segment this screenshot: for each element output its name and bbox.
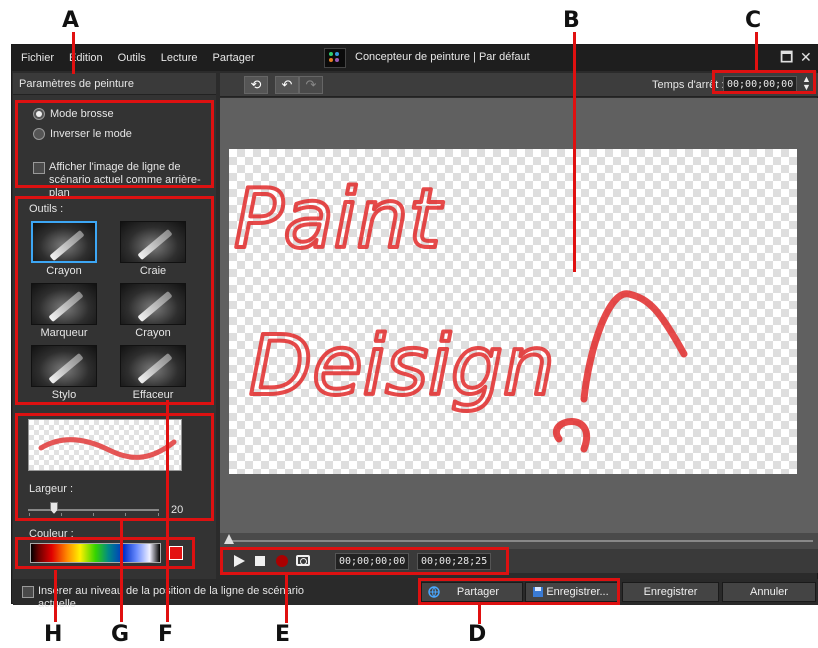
paint-settings-panel: Paramètres de peinture Mode brosse Inver… bbox=[13, 73, 216, 583]
callout-g: G bbox=[111, 622, 130, 647]
bottom-bar: Insérer au niveau de la position de la l… bbox=[13, 579, 818, 610]
timeline-thumb[interactable] bbox=[224, 534, 234, 544]
callout-line-b bbox=[573, 32, 576, 272]
window-title: Concepteur de peinture | Par défaut bbox=[355, 51, 530, 63]
insert-at-position-checkbox[interactable]: Insérer au niveau de la position de la l… bbox=[22, 585, 322, 611]
undo-icon[interactable]: ↶ bbox=[275, 76, 299, 94]
callout-line-h bbox=[54, 570, 57, 622]
menu-share[interactable]: Partager bbox=[212, 52, 254, 64]
restore-icon[interactable]: 🗖 bbox=[780, 50, 793, 64]
menu-tools[interactable]: Outils bbox=[118, 52, 146, 64]
app-logo-icon bbox=[324, 48, 346, 68]
callout-b: B bbox=[563, 8, 580, 33]
highlight-box-c bbox=[712, 70, 816, 94]
canvas-area: Paint Deisign bbox=[220, 98, 818, 533]
cancel-button[interactable]: Annuler bbox=[722, 582, 816, 602]
highlight-box-g bbox=[15, 413, 214, 521]
close-icon[interactable]: ✕ bbox=[800, 50, 812, 64]
highlight-box-a bbox=[15, 100, 214, 188]
title-bar: Fichier Édition Outils Lecture Partager … bbox=[12, 45, 818, 71]
highlight-box-d bbox=[418, 578, 620, 605]
reset-icon[interactable]: ⟲ bbox=[244, 76, 268, 94]
paint-designer-window: Fichier Édition Outils Lecture Partager … bbox=[11, 44, 818, 610]
painted-strokes: Paint Deisign bbox=[232, 170, 688, 453]
painted-text-line-1: Paint bbox=[234, 172, 443, 267]
callout-line-c bbox=[755, 32, 758, 72]
callout-a: A bbox=[62, 8, 80, 33]
redo-icon[interactable]: ↷ bbox=[299, 76, 323, 94]
callout-line-d bbox=[478, 604, 481, 624]
insert-at-position-label: Insérer au niveau de la position de la l… bbox=[38, 585, 305, 610]
checkbox-icon bbox=[22, 586, 34, 598]
callout-line-e bbox=[285, 575, 288, 623]
callout-h: H bbox=[44, 622, 63, 647]
callout-line-f bbox=[166, 400, 169, 622]
callout-f: F bbox=[158, 622, 174, 647]
panel-title: Paramètres de peinture bbox=[13, 73, 216, 95]
callout-c: C bbox=[745, 8, 762, 33]
callout-line-a bbox=[72, 32, 75, 74]
highlight-box-f bbox=[15, 196, 214, 405]
save-button[interactable]: Enregistrer bbox=[622, 582, 719, 602]
menu-playback[interactable]: Lecture bbox=[161, 52, 198, 64]
paint-canvas[interactable]: Paint Deisign bbox=[229, 149, 797, 474]
highlight-box-e bbox=[220, 547, 509, 575]
callout-d: D bbox=[468, 622, 487, 647]
callout-line-g bbox=[120, 520, 123, 622]
painted-text-line-2: Deisign bbox=[249, 319, 555, 414]
callout-e: E bbox=[275, 622, 291, 647]
menu-file[interactable]: Fichier bbox=[21, 52, 54, 64]
